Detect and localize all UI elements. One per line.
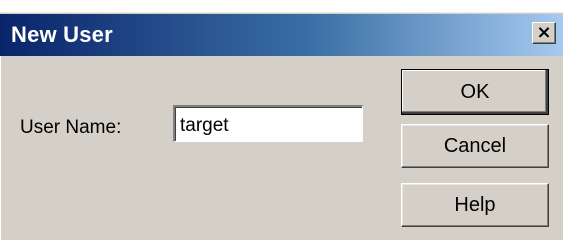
- user-name-input[interactable]: [173, 105, 363, 142]
- close-icon[interactable]: ×: [532, 22, 556, 44]
- cancel-button[interactable]: Cancel: [401, 124, 549, 168]
- help-button[interactable]: Help: [401, 183, 549, 227]
- window-title: New User: [11, 22, 113, 47]
- new-user-dialog: New User × User Name: OK Cancel Help: [0, 0, 563, 240]
- ok-button[interactable]: OK: [401, 69, 549, 115]
- background-strip: [0, 0, 563, 13]
- title-bar[interactable]: New User ×: [0, 14, 563, 56]
- user-name-label: User Name:: [20, 117, 122, 138]
